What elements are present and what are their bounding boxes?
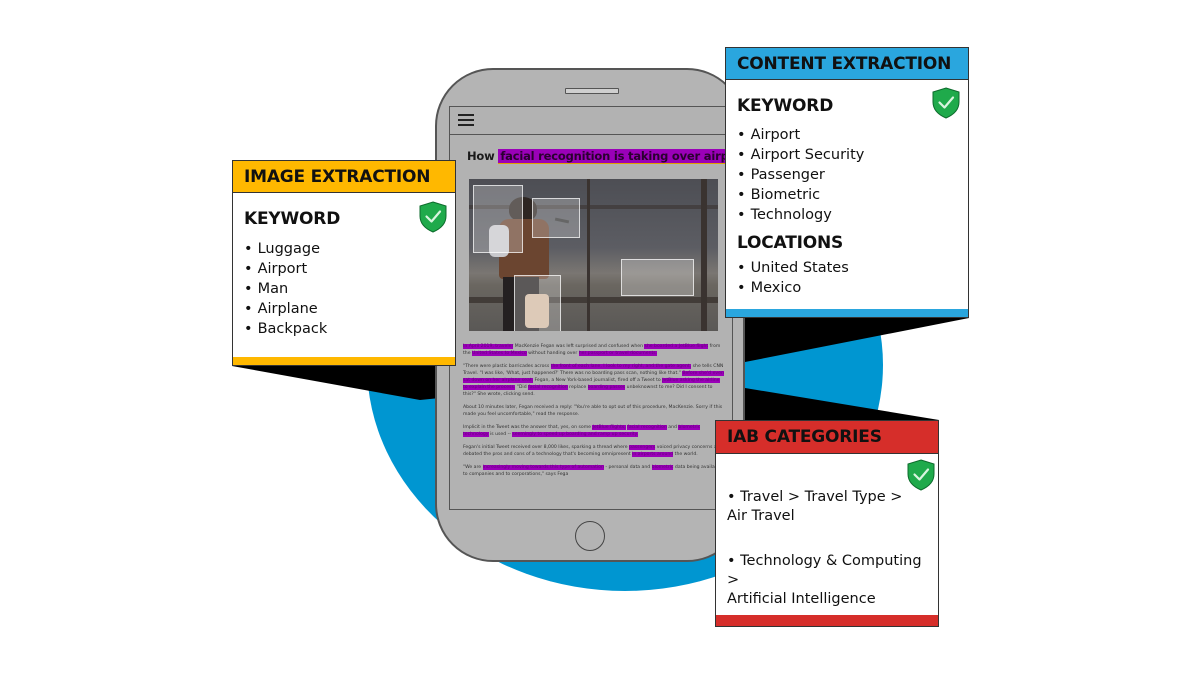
detection-box-airplane [532,198,580,238]
highlighted-entity: In April 2019, traveler [463,344,514,349]
highlighted-entity: her passport or travel documents. [578,351,658,356]
location-item: Mexico [737,278,849,298]
content-keyword-heading: KEYWORD [737,96,834,116]
iab-card-footer-bar [716,615,938,626]
keyword-item: Airport Security [737,145,865,165]
iab-category-line: • Technology & Computing > [727,553,922,588]
article-paragraph: About 10 minutes later, Fegan received a… [463,404,725,418]
article-body: In April 2019, traveler MacKenzie Fegan … [463,343,725,484]
screen-top-bar [450,107,732,135]
image-extraction-card: IMAGE EXTRACTION KEYWORD LuggageAirportM… [232,160,456,366]
iab-categories-title: IAB CATEGORIES [716,421,938,454]
highlighted-entity: JetBlue flights, [592,425,626,430]
highlighted-entity: facial recognition [528,385,568,390]
highlighted-entity: she boarded a JetBlue flight [644,344,709,349]
headline-highlight: facial recognition is taking over airpor… [498,149,732,164]
article-text: Implicit in the Tweet was the answer tha… [463,425,593,430]
locations-list: United StatesMexico [737,258,849,298]
highlighted-entity: United States to Mexico [472,351,527,356]
article-text: the world. [673,452,698,457]
article-paragraph: Fegan's initial Tweet received over 8,00… [463,444,725,458]
detection-box-airport [621,259,694,296]
article-paragraph: "We are increasingly moving towards this… [463,464,725,478]
headline-prefix: How [467,149,499,163]
article-text: Fegan, a New York-based journalist, fire… [533,378,663,383]
detection-box-man [473,185,523,253]
image-keyword-list: LuggageAirportManAirplaneBackpack [244,239,328,339]
image-card-connector [232,366,456,400]
detection-box-luggage [514,275,561,331]
article-text: About 10 minutes later, Fegan received a… [463,405,723,417]
iab-category-line: • Travel > Travel Type > [727,489,903,505]
keyword-item: Biometric [737,185,864,205]
article-text: is used -- [488,432,513,437]
iab-category-item: • Travel > Travel Type > Air Travel [727,488,937,526]
hamburger-icon[interactable] [458,114,474,126]
highlighted-entity: seemingly to speed up boarding and ramp … [512,432,639,437]
content-extraction-title: CONTENT EXTRACTION [726,48,968,80]
tablet-screen: How facial recognition is taking over ai… [449,106,733,510]
image-keyword-heading: KEYWORD [244,209,341,229]
iab-categories-card: IAB CATEGORIES • Travel > Travel Type > … [715,420,939,627]
tablet-speaker [565,88,619,94]
image-card-footer-bar [233,357,455,365]
article-paragraph: Implicit in the Tweet was the answer tha… [463,424,725,438]
keyword-item: Airplane [244,299,327,319]
highlighted-entity: passengers [629,445,656,450]
article-text: Fegan's initial Tweet received over 8,00… [463,445,630,450]
article-text: "We are [463,465,483,470]
article-text: replace [567,385,588,390]
keyword-item: Backpack [244,319,328,339]
shield-check-icon [932,87,960,119]
article-text: without handing over [526,351,579,356]
highlighted-entity: increasingly moving towards this type of… [482,465,604,470]
highlighted-entity: the front of each lane, I look to my rig… [550,364,692,369]
article-text: - personal data and [603,465,652,470]
image-extraction-title: IMAGE EXTRACTION [233,161,455,193]
article-text: MacKenzie Fegan was left surprised and c… [513,344,645,349]
shield-check-icon [419,201,447,233]
keyword-item: Man [244,279,327,299]
highlighted-entity: biometric [651,465,674,470]
iab-category-item: • Technology & Computing > Artificial In… [727,552,937,609]
keyword-item: Airport [244,259,327,279]
locations-heading: LOCATIONS [737,233,844,253]
article-paragraph: In April 2019, traveler MacKenzie Fegan … [463,343,725,357]
keyword-item: Technology [737,205,864,225]
article-paragraph: "There were plastic barricades across th… [463,363,725,398]
keyword-item: Luggage [244,239,327,259]
article-text: and [666,425,679,430]
highlighted-entity: boarding passes [587,385,626,390]
article-text: "Did [515,385,529,390]
highlighted-entity: in airports around [632,452,674,457]
keyword-item: Passenger [737,165,864,185]
iab-category-line: Air Travel [727,508,795,524]
article-text: "There were plastic barricades across [463,364,551,369]
content-card-footer-bar [726,309,968,317]
article-headline: How facial recognition is taking over ai… [467,149,732,164]
location-item: United States [737,258,849,278]
home-button[interactable] [575,521,605,551]
iab-category-line: Artificial Intelligence [727,591,876,607]
highlighted-entity: facial recognition [627,425,667,430]
article-photo [469,179,718,331]
content-keyword-list: AirportAirport SecurityPassengerBiometri… [737,125,865,225]
keyword-item: Airport [737,125,864,145]
content-extraction-card: CONTENT EXTRACTION KEYWORD AirportAirpor… [725,47,969,318]
shield-check-icon [907,459,935,491]
